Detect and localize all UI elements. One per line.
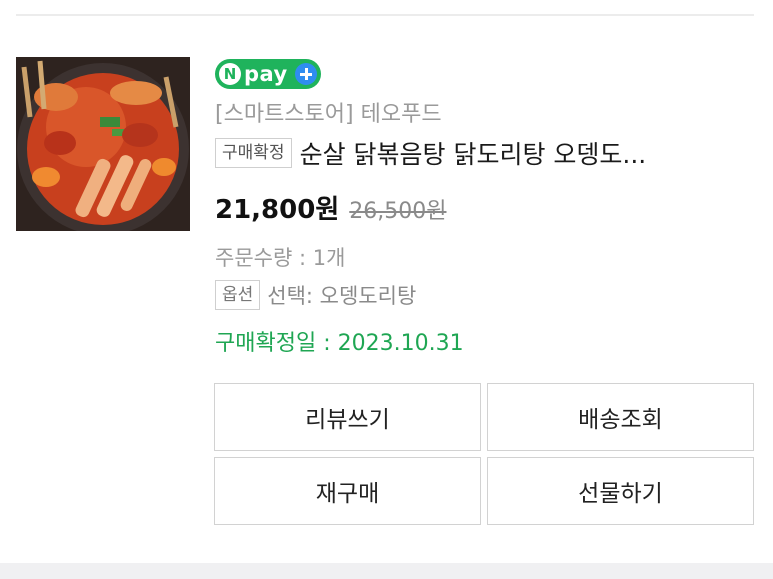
store-name[interactable]: [스마트스토어] 테오푸드 xyxy=(215,96,442,128)
option-value: 선택: 오뎅도리탕 xyxy=(267,284,417,308)
npay-n-icon: N xyxy=(219,63,241,85)
confirm-date: 구매확정일 : 2023.10.31 xyxy=(215,331,464,356)
price-row: 21,800원 26,500원 xyxy=(215,189,446,226)
plus-icon xyxy=(295,63,317,85)
write-review-button[interactable]: 리뷰쓰기 xyxy=(214,383,481,451)
order-card: N pay [스마트스토어] 테오푸드 구매확정 순살 닭볶음탕 닭도리탕 오뎅… xyxy=(0,0,773,579)
product-thumbnail[interactable] xyxy=(16,57,190,231)
order-quantity: 주문수량 : 1개 xyxy=(215,246,346,270)
product-title-row[interactable]: 구매확정 순살 닭볶음탕 닭도리탕 오뎅도... xyxy=(215,136,755,170)
section-separator xyxy=(0,563,773,579)
track-shipping-button[interactable]: 배송조회 xyxy=(487,383,754,451)
npay-plus-badge: N pay xyxy=(215,59,321,89)
status-badge: 구매확정 xyxy=(215,138,292,168)
top-divider xyxy=(16,14,754,16)
original-price: 26,500원 xyxy=(349,199,447,224)
product-title[interactable]: 순살 닭볶음탕 닭도리탕 오뎅도... xyxy=(300,135,647,171)
sale-price: 21,800원 xyxy=(215,195,340,225)
gift-button[interactable]: 선물하기 xyxy=(487,457,754,525)
option-badge: 옵션 xyxy=(215,280,261,310)
option-row: 옵션 선택: 오뎅도리탕 xyxy=(215,280,416,310)
rebuy-button[interactable]: 재구매 xyxy=(214,457,481,525)
npay-label: pay xyxy=(244,62,288,86)
